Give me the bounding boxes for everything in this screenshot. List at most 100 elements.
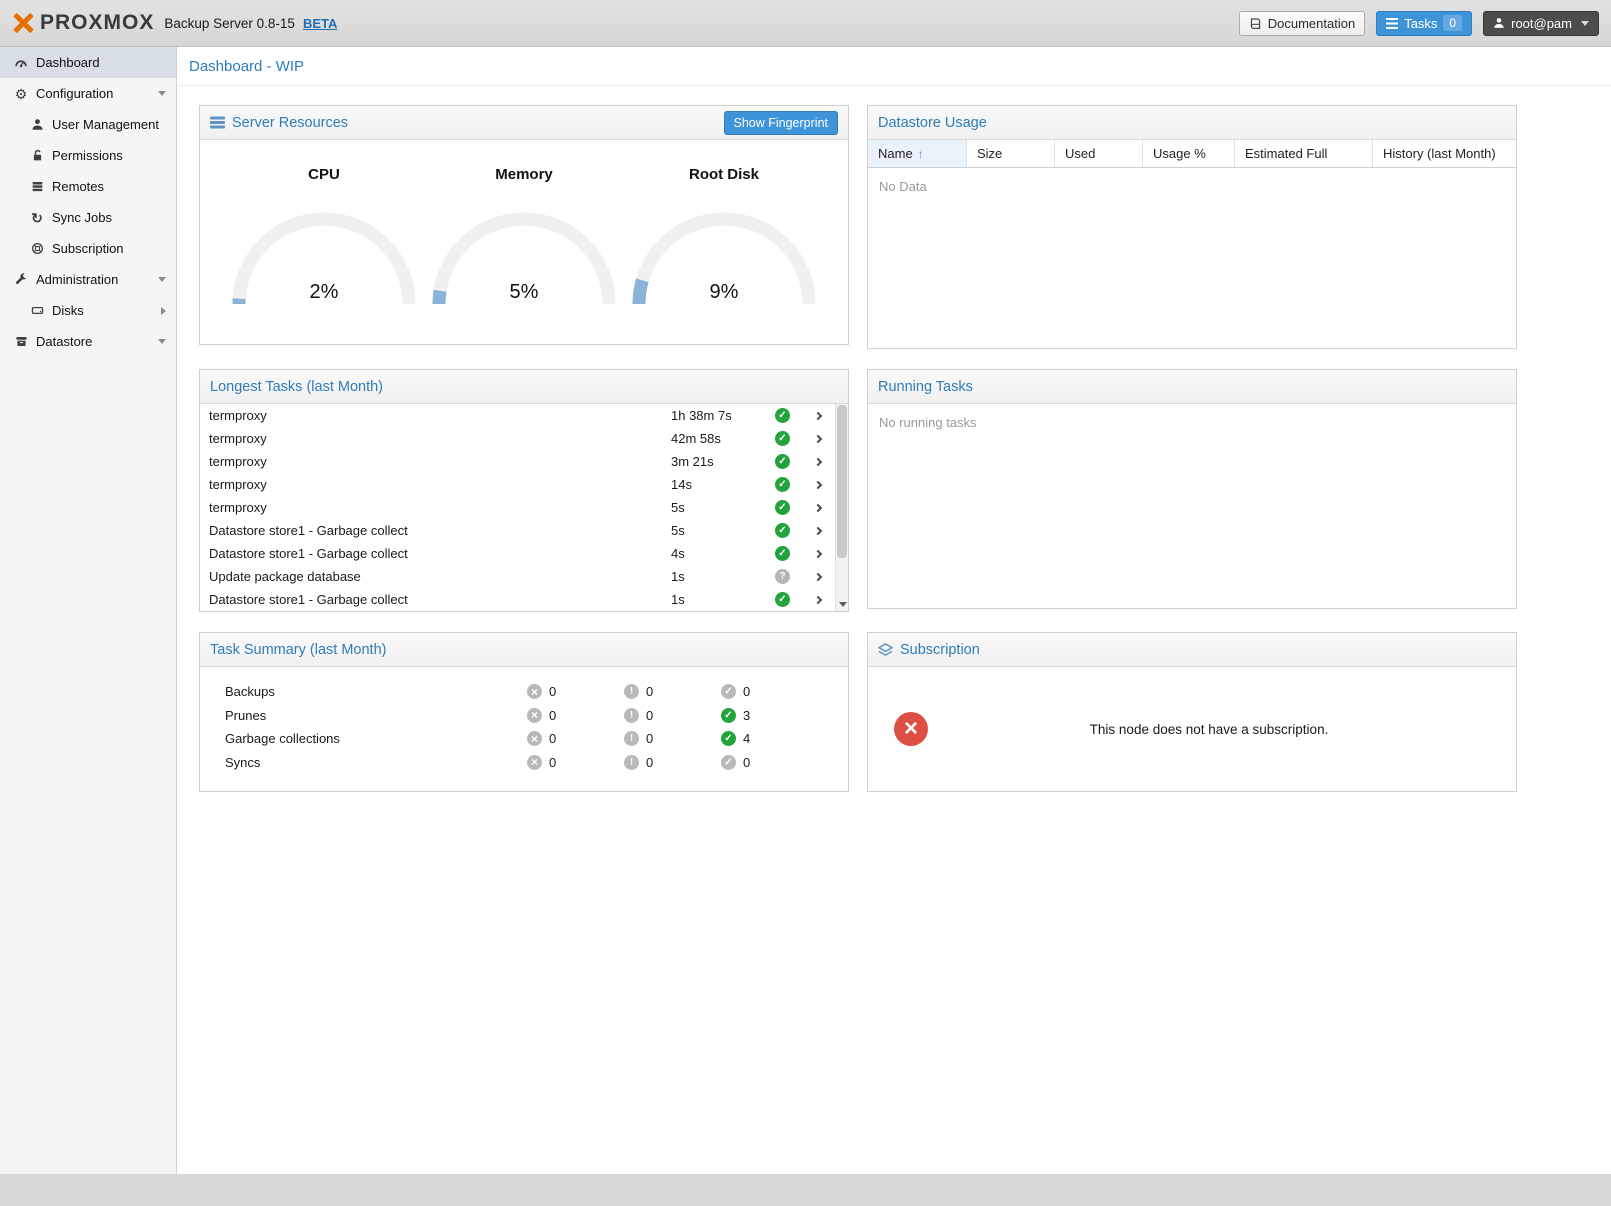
column-header-size[interactable]: Size	[967, 140, 1055, 167]
sidebar-item-permissions[interactable]: Permissions	[0, 140, 176, 171]
column-header-history[interactable]: History (last Month)	[1373, 140, 1516, 167]
collapse-caret-icon[interactable]	[158, 339, 166, 344]
task-row[interactable]: Datastore store1 - Garbage collect 1s	[200, 588, 835, 611]
task-status-icon	[775, 408, 790, 423]
open-task-chevron-icon[interactable]	[803, 505, 835, 511]
task-status-icon	[775, 500, 790, 515]
gauge-value: 9%	[631, 281, 817, 304]
sidebar-item-user-management[interactable]: User Management	[0, 109, 176, 140]
task-row[interactable]: termproxy 14s	[200, 473, 835, 496]
open-task-chevron-icon[interactable]	[803, 413, 835, 419]
vertical-scrollbar[interactable]	[835, 404, 848, 611]
sidebar-item-dashboard[interactable]: Dashboard	[0, 47, 176, 78]
gauge-label: CPU	[308, 166, 340, 183]
subscription-message: This node does not have a subscription.	[928, 722, 1490, 737]
sidebar-item-label: Permissions	[52, 148, 123, 163]
scrollbar-thumb[interactable]	[837, 405, 847, 558]
open-task-chevron-icon[interactable]	[803, 459, 835, 465]
task-status-icon	[775, 592, 790, 607]
open-task-chevron-icon[interactable]	[803, 528, 835, 534]
sidebar-item-sync-jobs[interactable]: ↻ Sync Jobs	[0, 202, 176, 233]
open-task-chevron-icon[interactable]	[803, 436, 835, 442]
no-data-text: No Data	[868, 168, 1516, 205]
sidebar-item-label: User Management	[52, 117, 159, 132]
subscription-layers-icon	[878, 643, 893, 657]
summary-row: Syncs 0 0 0	[200, 751, 848, 775]
task-status-icon	[775, 431, 790, 446]
chevron-down-icon	[1581, 21, 1589, 26]
sidebar-item-subscription[interactable]: Subscription	[0, 233, 176, 264]
datastore-usage-title: Datastore Usage	[878, 115, 987, 131]
column-header-used[interactable]: Used	[1055, 140, 1143, 167]
task-row[interactable]: Datastore store1 - Garbage collect 5s	[200, 519, 835, 542]
user-menu-button[interactable]: root@pam	[1483, 11, 1599, 36]
task-row[interactable]: termproxy 42m 58s	[200, 427, 835, 450]
sidebar-item-disks[interactable]: Disks	[0, 295, 176, 326]
no-subscription-icon: ×	[894, 712, 928, 746]
task-status-icon	[775, 477, 790, 492]
gauge-value: 2%	[231, 281, 417, 304]
page-title: Dashboard - WIP	[177, 47, 1611, 86]
app-window: PROXMOX Backup Server 0.8-15 BETA Docume…	[0, 0, 1611, 1174]
task-row[interactable]: Datastore store1 - Garbage collect 4s	[200, 542, 835, 565]
memory-gauge: Memory 5%	[430, 166, 618, 306]
dashboard-icon	[12, 56, 30, 70]
documentation-button[interactable]: Documentation	[1239, 11, 1365, 36]
user-menu-label: root@pam	[1511, 16, 1572, 31]
gears-icon: ⚙	[12, 87, 30, 101]
running-tasks-title: Running Tasks	[878, 379, 973, 395]
open-task-chevron-icon[interactable]	[803, 597, 835, 603]
ok-count-icon	[721, 708, 736, 723]
scroll-down-arrow[interactable]	[836, 597, 849, 611]
open-task-chevron-icon[interactable]	[803, 551, 835, 557]
column-header-estimated-full[interactable]: Estimated Full	[1235, 140, 1373, 167]
sidebar: Dashboard ⚙ Configuration User Managemen…	[0, 47, 177, 1174]
task-status-icon	[775, 454, 790, 469]
proxmox-x-icon	[12, 12, 34, 34]
task-status-icon	[775, 523, 790, 538]
sidebar-item-datastore[interactable]: Datastore	[0, 326, 176, 357]
ok-count-icon	[721, 684, 736, 699]
column-header-name[interactable]: Name ↑	[868, 140, 967, 167]
collapse-caret-icon[interactable]	[158, 277, 166, 282]
open-task-chevron-icon[interactable]	[803, 574, 835, 580]
task-summary-title: Task Summary (last Month)	[210, 642, 386, 658]
column-header-usage-pct[interactable]: Usage %	[1143, 140, 1235, 167]
show-fingerprint-button[interactable]: Show Fingerprint	[724, 111, 839, 135]
cpu-gauge: CPU 2%	[230, 166, 418, 306]
ok-count-icon	[721, 755, 736, 770]
main-content: Dashboard - WIP Server Resources Show Fi…	[177, 47, 1611, 1174]
error-count-icon	[527, 755, 542, 770]
open-task-chevron-icon[interactable]	[803, 482, 835, 488]
expand-caret-icon[interactable]	[161, 307, 166, 315]
task-row[interactable]: termproxy 5s	[200, 496, 835, 519]
logo-text: PROXMOX	[40, 11, 154, 35]
user-icon	[28, 118, 46, 131]
task-row[interactable]: termproxy 1h 38m 7s	[200, 404, 835, 427]
task-status-icon	[775, 569, 790, 584]
task-row[interactable]: termproxy 3m 21s	[200, 450, 835, 473]
book-icon	[1249, 17, 1262, 30]
subscription-panel: Subscription × This node does not have a…	[867, 632, 1517, 792]
refresh-icon: ↻	[28, 211, 46, 225]
sidebar-item-configuration[interactable]: ⚙ Configuration	[0, 78, 176, 109]
tasks-button[interactable]: Tasks 0	[1376, 11, 1472, 36]
gauge-label: Root Disk	[689, 166, 759, 183]
hdd-icon	[28, 304, 46, 317]
sidebar-item-label: Dashboard	[36, 55, 100, 70]
gauge-label: Memory	[495, 166, 553, 183]
user-icon	[1493, 17, 1505, 29]
sidebar-item-label: Remotes	[52, 179, 104, 194]
tasks-label: Tasks	[1404, 16, 1437, 31]
summary-row: Prunes 0 0 3	[200, 704, 848, 728]
warning-count-icon	[624, 708, 639, 723]
collapse-caret-icon[interactable]	[158, 91, 166, 96]
sidebar-item-remotes[interactable]: Remotes	[0, 171, 176, 202]
no-running-tasks-text: No running tasks	[868, 404, 1516, 441]
datastore-usage-panel: Datastore Usage Name ↑ Size Used Usage %…	[867, 105, 1517, 349]
task-row[interactable]: Update package database 1s	[200, 565, 835, 588]
sidebar-item-administration[interactable]: Administration	[0, 264, 176, 295]
unlock-icon	[28, 149, 46, 162]
beta-link[interactable]: BETA	[303, 16, 337, 31]
archive-icon	[12, 335, 30, 348]
